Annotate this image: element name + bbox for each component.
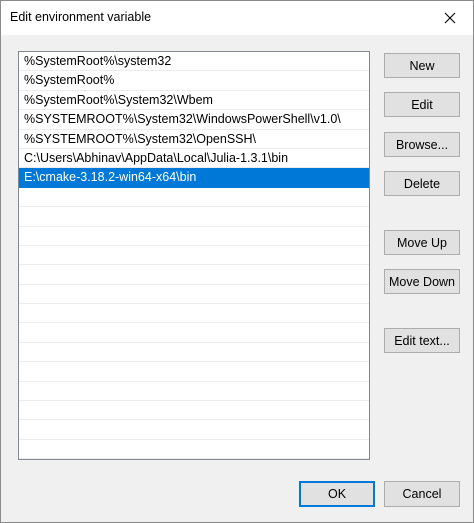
- ok-button[interactable]: OK: [299, 481, 375, 507]
- title-bar: Edit environment variable: [1, 1, 473, 35]
- empty-row[interactable]: [19, 440, 369, 459]
- empty-row[interactable]: [19, 207, 369, 227]
- empty-row[interactable]: [19, 401, 369, 421]
- close-icon: [444, 12, 456, 24]
- edit-button[interactable]: Edit: [384, 92, 460, 117]
- path-list[interactable]: %SystemRoot%\system32 %SystemRoot% %Syst…: [18, 51, 370, 460]
- new-button[interactable]: New: [384, 53, 460, 78]
- list-item[interactable]: %SYSTEMROOT%\System32\OpenSSH\: [19, 130, 369, 149]
- empty-row[interactable]: [19, 285, 369, 305]
- move-up-button[interactable]: Move Up: [384, 230, 460, 255]
- empty-row[interactable]: [19, 246, 369, 266]
- empty-row[interactable]: [19, 304, 369, 324]
- empty-row[interactable]: [19, 420, 369, 440]
- move-down-button[interactable]: Move Down: [384, 269, 460, 294]
- empty-row[interactable]: [19, 382, 369, 402]
- empty-row[interactable]: [19, 188, 369, 208]
- browse-button[interactable]: Browse...: [384, 132, 460, 157]
- close-button[interactable]: [427, 1, 473, 35]
- empty-row[interactable]: [19, 362, 369, 382]
- empty-row[interactable]: [19, 323, 369, 343]
- empty-row[interactable]: [19, 227, 369, 246]
- cancel-button[interactable]: Cancel: [384, 481, 460, 507]
- list-item[interactable]: %SystemRoot%\system32: [19, 52, 369, 72]
- delete-button[interactable]: Delete: [384, 171, 460, 196]
- list-item-selected[interactable]: E:\cmake-3.18.2-win64-x64\bin: [19, 168, 369, 188]
- edit-text-button[interactable]: Edit text...: [384, 328, 460, 353]
- dialog-title: Edit environment variable: [10, 10, 152, 24]
- list-item[interactable]: %SystemRoot%\System32\Wbem: [19, 91, 369, 111]
- list-item[interactable]: C:\Users\Abhinav\AppData\Local\Julia-1.3…: [19, 149, 369, 169]
- list-item[interactable]: %SYSTEMROOT%\System32\WindowsPowerShell\…: [19, 110, 369, 130]
- list-item[interactable]: %SystemRoot%: [19, 71, 369, 91]
- empty-row[interactable]: [19, 265, 369, 285]
- empty-row[interactable]: [19, 343, 369, 363]
- edit-env-var-dialog: Edit environment variable %SystemRoot%\s…: [0, 0, 474, 523]
